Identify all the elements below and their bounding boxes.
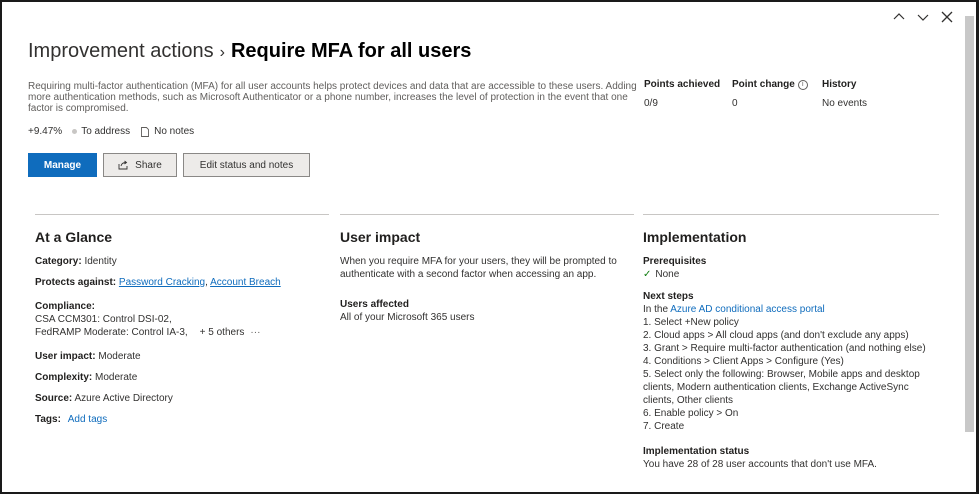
stats-panel: Points achieved 0/9 Point change i 0 His…: [644, 79, 912, 109]
history-label: History: [822, 79, 857, 90]
password-cracking-link[interactable]: Password Cracking: [119, 277, 205, 288]
note-icon: [140, 126, 150, 137]
point-change-label: Point change: [732, 79, 795, 90]
share-button[interactable]: Share: [103, 153, 177, 177]
tags-label: Tags:: [35, 414, 61, 425]
points-achieved-label: Points achieved: [644, 79, 721, 90]
breadcrumb-improvement-actions[interactable]: Improvement actions: [28, 40, 214, 63]
source-value: Azure Active Directory: [74, 393, 173, 404]
user-impact-text: When you require MFA for your users, the…: [340, 256, 617, 280]
scrollbar[interactable]: [962, 2, 976, 492]
complexity-label: Complexity:: [35, 372, 93, 383]
next-steps-list: 1. Select +New policy 2. Cloud apps > Al…: [643, 316, 939, 433]
azure-ad-portal-link[interactable]: Azure AD conditional access portal: [670, 304, 825, 315]
compliance-item: FedRAMP Moderate: Control IA-3,: [35, 327, 188, 338]
share-label: Share: [135, 159, 162, 171]
step-item: 1. Select +New policy: [643, 317, 739, 328]
implementation-status-value: You have 28 of 28 user accounts that don…: [643, 459, 877, 470]
chevron-down-icon[interactable]: [916, 10, 930, 24]
step-item: 4. Conditions > Client Apps > Configure …: [643, 356, 844, 367]
user-impact-row: User impact: Moderate: [35, 350, 329, 363]
implementation-title: Implementation: [643, 229, 747, 245]
compliance-list: CSA CCM301: Control DSI-02, FedRAMP Mode…: [35, 313, 329, 339]
panel: Improvement actions › Require MFA for al…: [0, 0, 979, 494]
users-affected-label: Users affected: [340, 299, 409, 310]
edit-status-notes-button[interactable]: Edit status and notes: [183, 153, 310, 177]
points-achieved-value: 0/9: [644, 98, 658, 109]
scrollbar-thumb[interactable]: [965, 16, 974, 432]
point-change-header: Point change i: [732, 79, 822, 90]
compliance-label: Compliance:: [35, 301, 96, 312]
implementation-section: Implementation Prerequisites ✓ None Next …: [643, 214, 939, 471]
account-breach-link[interactable]: Account Breach: [210, 277, 281, 288]
close-icon[interactable]: [940, 10, 954, 24]
prerequisites-value: None: [655, 269, 680, 280]
notes-text: No notes: [154, 126, 195, 137]
checkmark-icon: ✓: [643, 269, 652, 280]
action-meta: +9.47% To address No notes: [28, 126, 194, 137]
category-label: Category:: [35, 256, 82, 267]
complexity-value: Moderate: [95, 372, 138, 383]
action-description: Requiring multi-factor authentication (M…: [28, 81, 637, 114]
action-toolbar: Manage Share Edit status and notes: [28, 153, 310, 177]
protects-separator: ,: [205, 277, 208, 288]
step-item: 5. Select only the following: Browser, M…: [643, 369, 920, 406]
at-a-glance-section: At a Glance Category: Identity Protects …: [35, 214, 329, 434]
tags-row: Tags: Add tags: [35, 413, 329, 426]
compliance-row: Compliance: CSA CCM301: Control DSI-02, …: [35, 300, 329, 339]
user-impact-title: User impact: [340, 229, 421, 245]
step-item: 7. Create: [643, 421, 685, 432]
page-header: Improvement actions › Require MFA for al…: [28, 40, 471, 63]
history: History No events: [822, 79, 912, 109]
source-label: Source:: [35, 393, 73, 404]
points-achieved: Points achieved 0/9: [644, 79, 732, 109]
source-row: Source: Azure Active Directory: [35, 392, 329, 405]
next-steps-intro-text: In the: [643, 304, 671, 315]
next-steps-intro: In the Azure AD conditional access porta…: [643, 303, 939, 316]
step-item: 2. Cloud apps > All cloud apps (and don'…: [643, 330, 909, 341]
status-text: To address: [81, 126, 131, 137]
users-affected-value: All of your Microsoft 365 users: [340, 312, 475, 323]
user-impact-value: Moderate: [98, 351, 141, 362]
implementation-status-label: Implementation status: [643, 446, 750, 457]
history-value: No events: [822, 98, 868, 109]
prerequisites-value-row: ✓ None: [643, 268, 939, 281]
at-a-glance-title: At a Glance: [35, 229, 113, 245]
manage-button[interactable]: Manage: [28, 153, 97, 177]
protects-against-label: Protects against:: [35, 277, 117, 288]
complexity-row: Complexity: Moderate: [35, 371, 329, 384]
breadcrumb-separator: ›: [219, 44, 225, 61]
compliance-more-link[interactable]: + 5 others: [200, 326, 245, 339]
user-impact-label: User impact:: [35, 351, 96, 362]
status-badge: To address: [72, 126, 130, 137]
info-icon[interactable]: i: [797, 79, 808, 90]
protects-against-row: Protects against: Password Cracking, Acc…: [35, 276, 329, 289]
share-icon: [118, 160, 129, 170]
next-steps-label: Next steps: [643, 291, 694, 302]
compliance-item-row: FedRAMP Moderate: Control IA-3, + 5 othe…: [35, 326, 329, 339]
point-change-value: 0: [732, 98, 738, 109]
compliance-item: CSA CCM301: Control DSI-02,: [35, 314, 172, 325]
notes-indicator: No notes: [140, 126, 194, 137]
chevron-up-icon[interactable]: [892, 10, 906, 24]
category-row: Category: Identity: [35, 255, 329, 268]
step-item: 3. Grant > Require multi-factor authenti…: [643, 343, 926, 354]
user-impact-section: User impact When you require MFA for you…: [340, 214, 634, 324]
page-title: Require MFA for all users: [230, 40, 472, 62]
more-options-icon[interactable]: ···: [250, 326, 260, 339]
prerequisites-label: Prerequisites: [643, 256, 707, 267]
panel-nav: [892, 10, 954, 24]
status-dot-icon: [72, 129, 78, 134]
category-value: Identity: [84, 256, 117, 267]
step-item: 6. Enable policy > On: [643, 408, 739, 419]
score-impact: +9.47%: [28, 126, 63, 137]
point-change: Point change i 0: [732, 79, 822, 109]
add-tags-link[interactable]: Add tags: [68, 414, 107, 425]
